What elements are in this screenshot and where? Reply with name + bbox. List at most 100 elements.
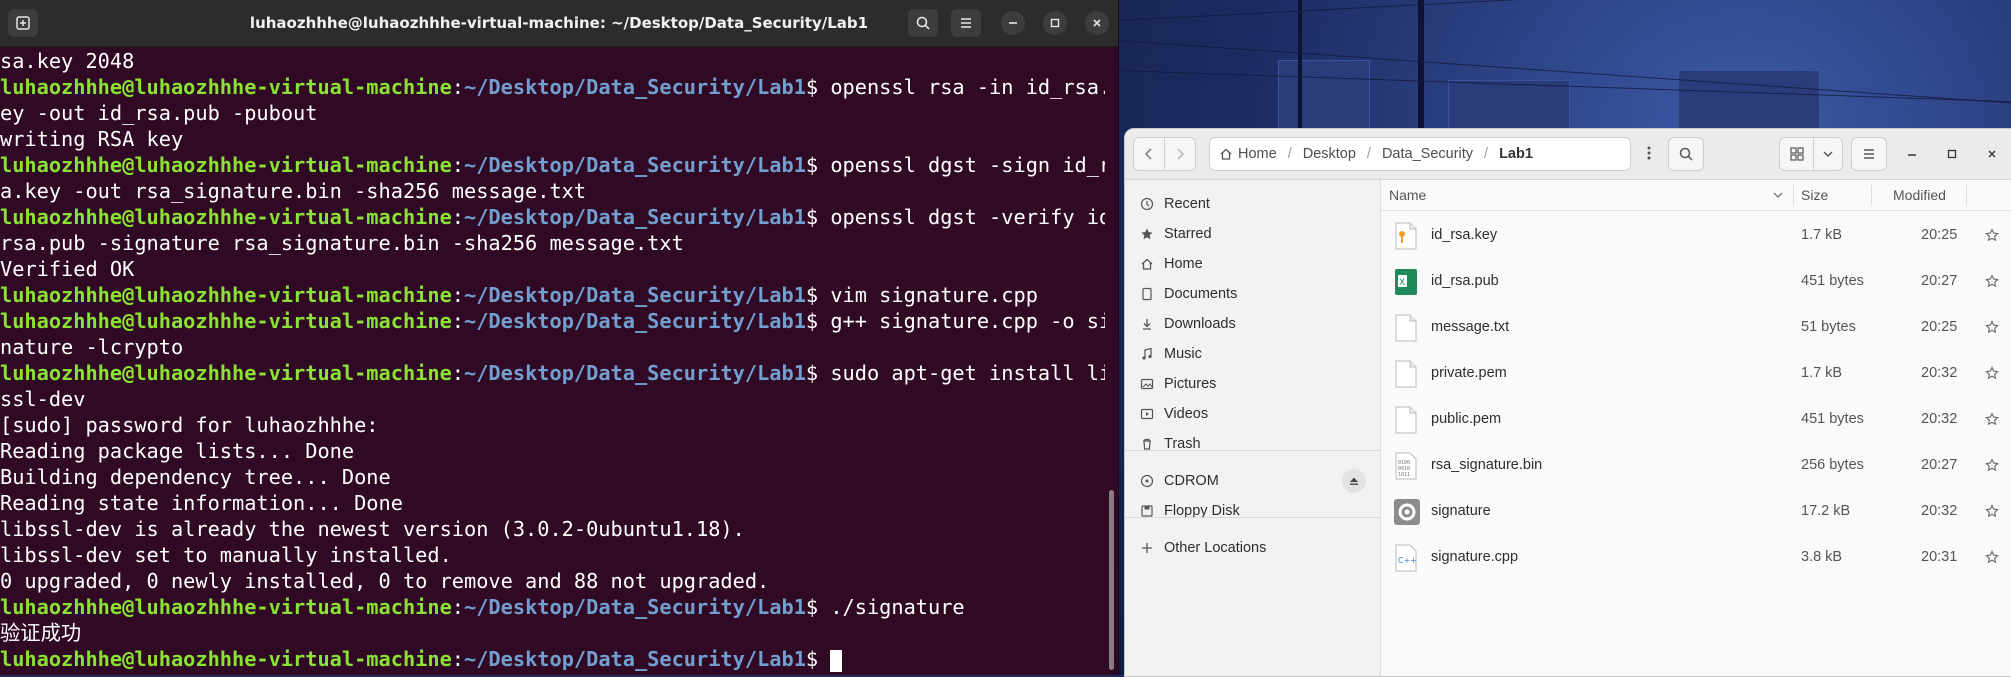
back-button[interactable] bbox=[1133, 137, 1165, 171]
sidebar-item-music[interactable]: Music bbox=[1125, 337, 1380, 371]
terminal-output-line: libssl-dev set to manually installed. bbox=[0, 543, 452, 567]
sidebar-item-label: CDROM bbox=[1164, 473, 1219, 489]
file-name: signature.cpp bbox=[1431, 549, 1519, 565]
trash-icon bbox=[1140, 437, 1154, 451]
star-toggle-icon[interactable] bbox=[1985, 442, 1999, 488]
terminal-output[interactable]: sa.key 2048 luhaozhhhe@luhaozhhhe-virtual… bbox=[0, 48, 1105, 675]
prompt-user: luhaozhhhe@luhaozhhhe-virtual-machine bbox=[0, 595, 452, 619]
sidebar-item-home[interactable]: Home bbox=[1125, 247, 1380, 281]
close-icon bbox=[1093, 19, 1101, 27]
star-toggle-icon[interactable] bbox=[1985, 396, 1999, 442]
sidebar-item-recent[interactable]: Recent bbox=[1125, 187, 1380, 221]
star-toggle-icon[interactable] bbox=[1985, 488, 1999, 534]
sidebar-item-starred[interactable]: Starred bbox=[1125, 217, 1380, 251]
floppy-icon bbox=[1140, 504, 1154, 518]
terminal-window[interactable]: luhaozhhhe@luhaozhhhe-virtual-machine: ~… bbox=[0, 0, 1119, 675]
file-row[interactable]: signature 17.2 kB 20:32 bbox=[1381, 488, 2011, 534]
prompt-path: ~/Desktop/Data_Security/Lab1 bbox=[464, 283, 806, 307]
download-icon bbox=[1140, 317, 1154, 331]
prompt-command: $ bbox=[805, 647, 831, 671]
minimize-icon bbox=[1908, 154, 1916, 156]
file-name: id_rsa.key bbox=[1431, 227, 1498, 243]
svg-text:1011: 1011 bbox=[1398, 472, 1410, 478]
close-icon bbox=[1988, 150, 1996, 158]
close-button[interactable] bbox=[1085, 11, 1109, 35]
terminal-output-line: a.key -out rsa_signature.bin -sha256 mes… bbox=[0, 179, 587, 203]
prompt-user: luhaozhhhe@luhaozhhhe-virtual-machine bbox=[0, 205, 452, 229]
sidebar-item-label: Downloads bbox=[1164, 316, 1236, 332]
breadcrumb-data-security[interactable]: Data_Security bbox=[1382, 146, 1473, 162]
star-toggle-icon[interactable] bbox=[1985, 304, 1999, 350]
minimize-button[interactable] bbox=[1901, 143, 1923, 165]
search-icon bbox=[1679, 147, 1693, 161]
file-name: rsa_signature.bin bbox=[1431, 457, 1543, 473]
close-button[interactable] bbox=[1981, 143, 2003, 165]
grid-icon bbox=[1790, 147, 1804, 161]
sidebar-item-pictures[interactable]: Pictures bbox=[1125, 367, 1380, 401]
file-row[interactable]: 0100 0010 1011 rsa_signature.bin 256 bytes 20… bbox=[1381, 442, 2011, 488]
sidebar-item-documents[interactable]: Documents bbox=[1125, 277, 1380, 311]
file-row[interactable]: C++ signature.cpp 3.8 kB 20:31 bbox=[1381, 534, 2011, 580]
column-modified-header[interactable]: Modified bbox=[1893, 180, 1946, 210]
terminal-titlebar[interactable]: luhaozhhhe@luhaozhhhe-virtual-machine: ~… bbox=[0, 0, 1118, 47]
breadcrumb-lab1[interactable]: Lab1 bbox=[1499, 146, 1533, 162]
new-tab-icon bbox=[16, 16, 30, 30]
forward-button[interactable] bbox=[1164, 137, 1196, 171]
star-toggle-icon[interactable] bbox=[1985, 534, 1999, 580]
prompt-path: ~/Desktop/Data_Security/Lab1 bbox=[464, 75, 806, 99]
sidebar-item-floppy-disk[interactable]: Floppy Disk bbox=[1125, 494, 1380, 528]
column-divider bbox=[1793, 185, 1794, 205]
prompt-path: ~/Desktop/Data_Security/Lab1 bbox=[464, 205, 806, 229]
file-modified: 20:25 bbox=[1921, 227, 1958, 243]
column-size-header[interactable]: Size bbox=[1801, 180, 1828, 210]
breadcrumb-separator: / bbox=[1287, 146, 1292, 162]
path-options-button[interactable] bbox=[1634, 137, 1664, 169]
file-row[interactable]: message.txt 51 bytes 20:25 bbox=[1381, 304, 2011, 350]
file-row[interactable]: id_rsa.key 1.7 kB 20:25 bbox=[1381, 212, 2011, 258]
star-toggle-icon[interactable] bbox=[1985, 350, 1999, 396]
disc-icon bbox=[1140, 474, 1154, 488]
sidebar-item-label: Pictures bbox=[1164, 376, 1217, 392]
prompt-user: luhaozhhhe@luhaozhhhe-virtual-machine bbox=[0, 309, 452, 333]
file-size: 1.7 kB bbox=[1801, 227, 1843, 243]
file-row[interactable]: public.pem 451 bytes 20:32 bbox=[1381, 396, 2011, 442]
star-toggle-icon[interactable] bbox=[1985, 258, 1999, 304]
file-name: signature bbox=[1431, 503, 1491, 519]
search-button[interactable] bbox=[908, 9, 938, 37]
sidebar-item-downloads[interactable]: Downloads bbox=[1125, 307, 1380, 341]
file-row[interactable]: Xid_rsa.pub 451 bytes 20:27 bbox=[1381, 258, 2011, 304]
menu-button[interactable] bbox=[1851, 137, 1887, 171]
breadcrumb-separator: / bbox=[1484, 146, 1489, 162]
sidebar-item-label: Documents bbox=[1164, 286, 1238, 302]
column-divider bbox=[1871, 185, 1872, 205]
terminal-output-line: [sudo] password for luhaozhhhe: bbox=[0, 413, 379, 437]
breadcrumb-desktop[interactable]: Desktop bbox=[1303, 146, 1356, 162]
minimize-button[interactable] bbox=[1001, 11, 1025, 35]
path-bar[interactable]: Home / Desktop / Data_Security / Lab1 bbox=[1209, 137, 1631, 171]
terminal-output-line: Reading state information... Done bbox=[0, 491, 403, 515]
view-grid-button[interactable] bbox=[1779, 137, 1815, 171]
file-size: 17.2 kB bbox=[1801, 503, 1851, 519]
file-row[interactable]: private.pem 1.7 kB 20:32 bbox=[1381, 350, 2011, 396]
maximize-button[interactable] bbox=[1941, 143, 1963, 165]
svg-text:C++: C++ bbox=[1398, 556, 1417, 565]
prompt-path: ~/Desktop/Data_Security/Lab1 bbox=[464, 153, 806, 177]
breadcrumb-home[interactable]: Home bbox=[1238, 146, 1277, 162]
view-options-dropdown[interactable] bbox=[1813, 137, 1843, 171]
sidebar-item-other-locations[interactable]: Other Locations bbox=[1125, 531, 1380, 565]
search-button[interactable] bbox=[1668, 137, 1704, 171]
file-manager-window[interactable]: Home / Desktop / Data_Security / Lab1 Re… bbox=[1124, 128, 2011, 677]
eject-icon[interactable] bbox=[1342, 469, 1366, 493]
column-name-header[interactable]: Name bbox=[1389, 180, 1426, 210]
star-toggle-icon[interactable] bbox=[1985, 212, 1999, 258]
sidebar-item-videos[interactable]: Videos bbox=[1125, 397, 1380, 431]
sidebar-item-cdrom[interactable]: CDROM bbox=[1125, 464, 1380, 498]
sidebar-item-label: Starred bbox=[1164, 226, 1212, 242]
menu-button[interactable] bbox=[951, 9, 981, 37]
maximize-button[interactable] bbox=[1043, 11, 1067, 35]
sidebar-item-trash[interactable]: Trash bbox=[1125, 427, 1380, 461]
new-tab-button[interactable] bbox=[8, 9, 38, 37]
terminal-scrollbar[interactable] bbox=[1109, 490, 1114, 670]
sidebar-item-label: Videos bbox=[1164, 406, 1209, 422]
file-size: 1.7 kB bbox=[1801, 365, 1843, 381]
